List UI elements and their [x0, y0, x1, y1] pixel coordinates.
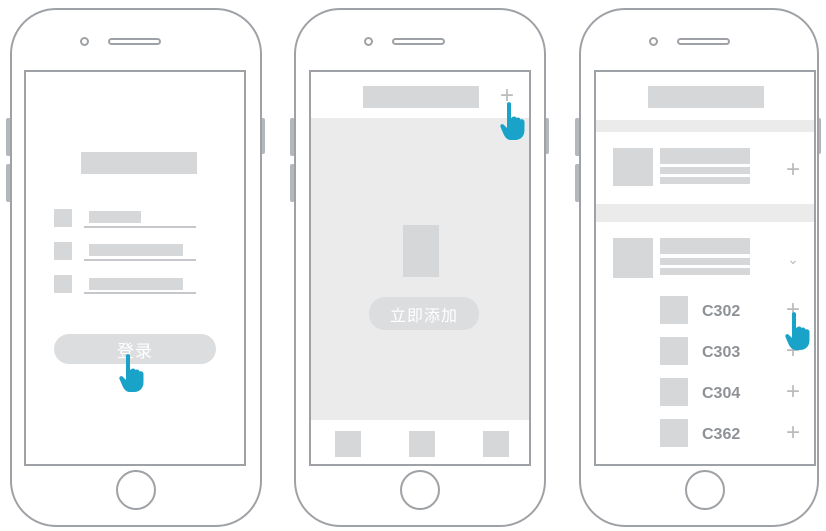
- tap-hand-icon: [785, 312, 810, 350]
- login-title-placeholder: [81, 152, 197, 174]
- tap-hand-icon: [119, 354, 144, 392]
- verify-icon: [54, 275, 72, 293]
- list-item-line-placeholder: [660, 258, 750, 265]
- sub-item-code: C304: [702, 385, 741, 402]
- add-now-button[interactable]: 立即添加: [369, 297, 479, 330]
- phone3-home-button[interactable]: [685, 470, 725, 510]
- sub-item-thumbnail: [660, 419, 688, 447]
- list-item-thumbnail: [613, 238, 653, 278]
- phone3-screen: + ⌄ C302 + C303 + C304 + C362 +: [594, 70, 816, 466]
- password-field-placeholder: [89, 244, 183, 256]
- header-title-placeholder: [648, 86, 764, 108]
- sub-item-thumbnail: [660, 296, 688, 324]
- add-plus-icon[interactable]: +: [782, 380, 804, 404]
- list-item-line-placeholder: [660, 268, 750, 275]
- list-item-line-placeholder: [660, 167, 750, 174]
- phone2-home-button[interactable]: [400, 470, 440, 510]
- sub-item-code: C362: [702, 426, 741, 443]
- phone1-camera: [80, 37, 89, 46]
- password-field-underline[interactable]: [84, 259, 196, 261]
- add-plus-icon[interactable]: +: [782, 421, 804, 445]
- sub-item-code: C302: [702, 303, 741, 320]
- list-item-title-placeholder: [660, 148, 750, 164]
- username-icon: [54, 209, 72, 227]
- empty-content-area: 立即添加: [311, 118, 529, 420]
- section-divider: [596, 120, 814, 132]
- phone1-screen: 登录: [24, 70, 246, 466]
- header-title-placeholder: [363, 86, 479, 108]
- tab-bar-item-1[interactable]: [335, 431, 361, 457]
- phone2-camera: [364, 37, 373, 46]
- list-item-line-placeholder: [660, 177, 750, 184]
- sub-item-code: C303: [702, 344, 741, 361]
- section-divider: [596, 204, 814, 222]
- tab-bar-item-3[interactable]: [483, 431, 509, 457]
- username-field-placeholder: [89, 211, 141, 223]
- tap-hand-icon: [500, 102, 525, 140]
- password-icon: [54, 242, 72, 260]
- list-item-thumbnail: [613, 148, 653, 186]
- sub-item-thumbnail: [660, 337, 688, 365]
- phone1-home-button[interactable]: [116, 470, 156, 510]
- add-plus-icon[interactable]: +: [782, 158, 804, 182]
- list-item-title-placeholder: [660, 238, 750, 254]
- phone2-screen: + 立即添加: [309, 70, 531, 466]
- phone1-speaker: [108, 38, 161, 45]
- verify-field-underline[interactable]: [84, 292, 196, 294]
- verify-field-placeholder: [89, 278, 183, 290]
- phone2-speaker: [392, 38, 445, 45]
- phone3-speaker: [677, 38, 730, 45]
- sub-item-thumbnail: [660, 378, 688, 406]
- chevron-down-icon[interactable]: ⌄: [784, 252, 802, 268]
- empty-state-image: [403, 225, 439, 277]
- phone3-camera: [649, 37, 658, 46]
- tab-bar-item-2[interactable]: [409, 431, 435, 457]
- username-field-underline[interactable]: [84, 226, 196, 228]
